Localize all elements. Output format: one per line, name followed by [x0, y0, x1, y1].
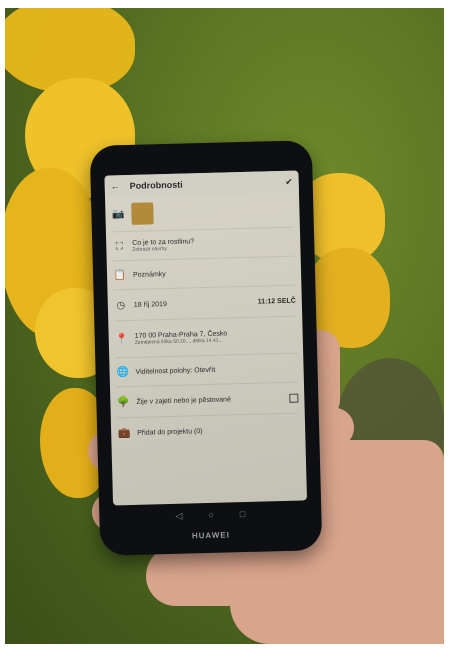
date-label[interactable]: 18 říj 2019: [134, 298, 258, 309]
back-nav-icon[interactable]: ◁: [175, 510, 182, 521]
clock-icon: ◷: [116, 299, 126, 311]
phone-brand-logo: HUAWEI: [191, 530, 231, 541]
add-to-project-label[interactable]: Přidat do projektu (0): [137, 425, 299, 437]
briefcase-icon: 💼: [117, 427, 131, 439]
back-arrow-icon[interactable]: ←: [111, 181, 120, 191]
smartphone: ← Podrobnosti ✔ 📷 ⛶ Co je to za rostlinu…: [89, 140, 323, 556]
check-icon[interactable]: ✔: [285, 176, 293, 187]
captive-checkbox[interactable]: [289, 393, 299, 403]
location-row[interactable]: 📍 170 00 Praha-Praha 7, Česko Zeměpisná …: [108, 316, 303, 357]
app-title: Podrobnosti: [129, 179, 183, 191]
phone-screen: ← Podrobnosti ✔ 📷 ⛶ Co je to za rostlinu…: [104, 170, 308, 506]
finger: [146, 546, 266, 606]
clipboard-icon: 📋: [113, 269, 127, 281]
photo-row[interactable]: 📷: [105, 193, 300, 232]
camera-icon[interactable]: 📷: [111, 209, 125, 220]
recents-nav-icon[interactable]: □: [240, 509, 246, 519]
captive-label: Žije v zajetí nebo je pěstované: [136, 395, 232, 406]
home-nav-icon[interactable]: ○: [208, 510, 214, 520]
android-nav-bar: ◁ ○ □: [113, 502, 307, 527]
scan-icon: ⛶: [115, 240, 123, 252]
globe-icon: 🌐: [116, 366, 129, 378]
photo-thumbnail[interactable]: [131, 202, 154, 225]
location-icon: 📍: [115, 333, 129, 345]
time-label[interactable]: 11:12 SELČ: [258, 297, 296, 305]
tree-icon: 🌳: [117, 396, 130, 408]
visibility-label: Viditelnost polohy: Otevřít: [135, 366, 216, 376]
project-row[interactable]: 💼 Přidat do projektu (0): [111, 413, 306, 448]
notes-field[interactable]: Poznámky: [133, 267, 295, 279]
